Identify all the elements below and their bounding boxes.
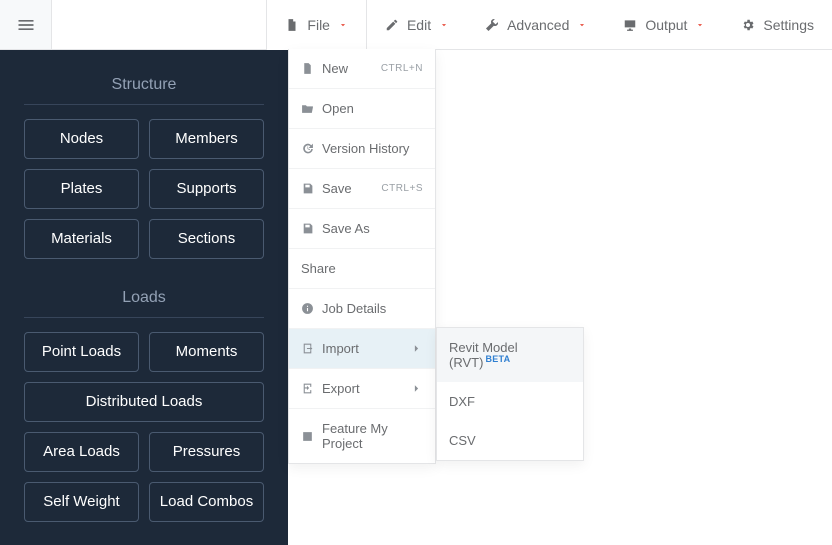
file-dropdown: New CTRL+N Open Version History Save CTR…	[288, 49, 436, 464]
topbar: File Edit Advanced Output Settings	[0, 0, 832, 50]
file-save[interactable]: Save CTRL+S	[289, 169, 435, 209]
folder-open-icon	[301, 102, 314, 115]
chevron-down-icon	[439, 20, 449, 30]
menu-file[interactable]: File	[266, 0, 367, 49]
file-save-as[interactable]: Save As	[289, 209, 435, 249]
file-feature-project[interactable]: Feature My Project	[289, 409, 435, 463]
beta-badge: BETA	[485, 354, 510, 364]
pressures-button[interactable]: Pressures	[149, 432, 264, 472]
file-export[interactable]: Export	[289, 369, 435, 409]
file-version-history[interactable]: Version History	[289, 129, 435, 169]
loads-buttons: Point Loads Moments Distributed Loads Ar…	[24, 332, 264, 522]
self-weight-button[interactable]: Self Weight	[24, 482, 139, 522]
import-submenu: Revit Model (RVT)BETA DXF CSV	[436, 327, 584, 461]
structure-buttons: Nodes Members Plates Supports Materials …	[24, 119, 264, 259]
members-button[interactable]: Members	[149, 119, 264, 159]
sidebar: Structure Nodes Members Plates Supports …	[0, 50, 288, 545]
load-combos-button[interactable]: Load Combos	[149, 482, 264, 522]
chevron-down-icon	[338, 20, 348, 30]
menu-advanced[interactable]: Advanced	[467, 0, 605, 49]
file-job-details[interactable]: Job Details	[289, 289, 435, 329]
menu-advanced-label: Advanced	[507, 17, 569, 33]
top-nav: File Edit Advanced Output Settings	[266, 0, 832, 49]
file-icon	[285, 18, 299, 32]
moments-button[interactable]: Moments	[149, 332, 264, 372]
sections-button[interactable]: Sections	[149, 219, 264, 259]
materials-button[interactable]: Materials	[24, 219, 139, 259]
plates-button[interactable]: Plates	[24, 169, 139, 209]
chevron-right-icon	[410, 382, 423, 395]
supports-button[interactable]: Supports	[149, 169, 264, 209]
hamburger-menu-button[interactable]	[0, 0, 52, 49]
import-dxf[interactable]: DXF	[437, 382, 583, 421]
nodes-button[interactable]: Nodes	[24, 119, 139, 159]
gear-icon	[741, 18, 755, 32]
section-title-structure: Structure	[24, 70, 264, 105]
file-open[interactable]: Open	[289, 89, 435, 129]
chevron-down-icon	[577, 20, 587, 30]
export-icon	[301, 382, 314, 395]
history-icon	[301, 142, 314, 155]
distributed-loads-button[interactable]: Distributed Loads	[24, 382, 264, 422]
image-icon	[301, 430, 314, 443]
wrench-icon	[485, 18, 499, 32]
pencil-icon	[385, 18, 399, 32]
hamburger-icon	[16, 15, 36, 35]
area-loads-button[interactable]: Area Loads	[24, 432, 139, 472]
menu-settings[interactable]: Settings	[723, 0, 832, 49]
import-icon	[301, 342, 314, 355]
shortcut-label: CTRL+S	[381, 183, 423, 194]
save-icon	[301, 222, 314, 235]
menu-edit-label: Edit	[407, 17, 431, 33]
menu-file-label: File	[307, 17, 330, 33]
save-icon	[301, 182, 314, 195]
file-new[interactable]: New CTRL+N	[289, 49, 435, 89]
import-revit[interactable]: Revit Model (RVT)BETA	[437, 328, 583, 382]
point-loads-button[interactable]: Point Loads	[24, 332, 139, 372]
file-import[interactable]: Import	[289, 329, 435, 369]
shortcut-label: CTRL+N	[381, 63, 423, 74]
chevron-right-icon	[410, 342, 423, 355]
section-title-loads: Loads	[24, 283, 264, 318]
desktop-icon	[623, 18, 637, 32]
import-csv[interactable]: CSV	[437, 421, 583, 460]
info-icon	[301, 302, 314, 315]
menu-output-label: Output	[645, 17, 687, 33]
file-icon	[301, 62, 314, 75]
file-share[interactable]: Share	[289, 249, 435, 289]
chevron-down-icon	[695, 20, 705, 30]
menu-edit[interactable]: Edit	[367, 0, 467, 49]
menu-output[interactable]: Output	[605, 0, 723, 49]
menu-settings-label: Settings	[763, 17, 814, 33]
